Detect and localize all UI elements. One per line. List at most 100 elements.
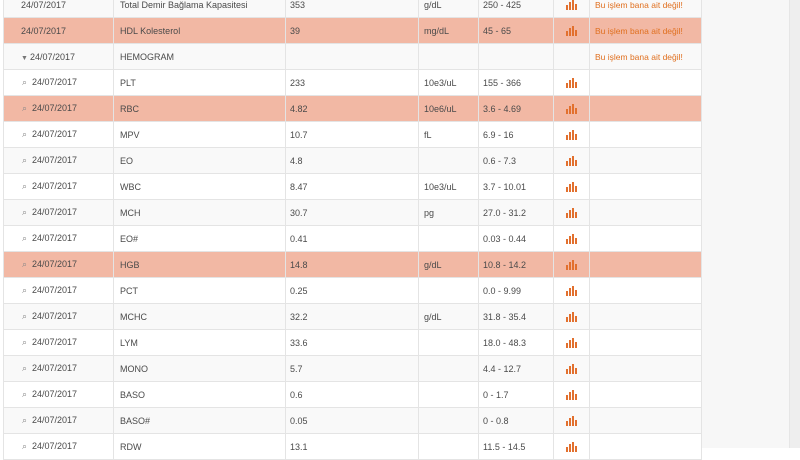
unit-cell [418, 355, 479, 382]
value-text: 0.25 [290, 285, 308, 296]
bar-chart-icon[interactable] [566, 129, 577, 140]
bar-chart-icon[interactable] [566, 207, 577, 218]
reference-range-text: 0 - 1.7 [483, 389, 509, 400]
unit-text: fL [424, 129, 432, 140]
bar-chart-icon[interactable] [566, 337, 577, 348]
group-row-hemogram[interactable]: ▼ 24/07/2017 HEMOGRAM Bu işlem bana ait değ… [3, 43, 702, 70]
bar-chart-icon[interactable] [566, 181, 577, 192]
table-row[interactable]: 24/07/2017 HDL Kolesterol 39 mg/dL 45 - 65 Bu… [3, 17, 702, 44]
action-cell [589, 199, 702, 226]
test-name-text: MCH [120, 207, 141, 218]
not-mine-link[interactable]: Bu işlem bana ait değil! [595, 52, 683, 62]
test-name-text: EO [120, 155, 134, 166]
test-name-cell: BASO [113, 381, 286, 408]
scrollbar-track[interactable] [701, 0, 790, 448]
date-text: 24/07/2017 [32, 389, 78, 399]
date-text: 24/07/2017 [32, 311, 78, 321]
not-mine-link[interactable]: Bu işlem bana ait değil! [595, 0, 683, 10]
table-row[interactable]: ⌕ 24/07/2017 MONO 5.7 4.4 - 12.7 [3, 355, 702, 382]
test-name-text: HDL Kolesterol [120, 25, 181, 36]
bar-chart-icon[interactable] [566, 285, 577, 296]
action-cell: Bu işlem bana ait değil! [589, 43, 702, 70]
table-row[interactable]: ⌕ 24/07/2017 RBC 4.82 10e6/uL 3.6 - 4.69 [3, 95, 702, 122]
bar-chart-icon[interactable] [566, 103, 577, 114]
value-cell: 30.7 [285, 199, 419, 226]
test-name-text: BASO [120, 389, 146, 400]
bar-chart-icon[interactable] [566, 441, 577, 452]
bar-chart-icon[interactable] [566, 25, 577, 36]
table-row[interactable]: ⌕ 24/07/2017 MCHC 32.2 g/dL 31.8 - 35.4 [3, 303, 702, 330]
chart-cell [553, 433, 590, 460]
bar-chart-icon[interactable] [566, 415, 577, 426]
date-text: 24/07/2017 [32, 441, 78, 451]
paperclip-icon: ⌕ [22, 259, 28, 269]
chart-cell [553, 277, 590, 304]
reference-range-cell: 11.5 - 14.5 [478, 433, 554, 460]
test-name-text: BASO# [120, 415, 151, 426]
paperclip-icon: ⌕ [22, 441, 28, 451]
unit-cell: pg [418, 199, 479, 226]
table-row[interactable]: ⌕ 24/07/2017 PCT 0.25 0.0 - 9.99 [3, 277, 702, 304]
lab-results-table: 24/07/2017 Total Demir Bağlama Kapasitesi… [3, 0, 702, 460]
bar-chart-icon[interactable] [566, 233, 577, 244]
test-name-cell: MONO [113, 355, 286, 382]
unit-text: 10e3/uL [424, 181, 457, 192]
bar-chart-icon[interactable] [566, 389, 577, 400]
test-name-cell: RDW [113, 433, 286, 460]
chart-cell [553, 69, 590, 96]
value-cell: 4.82 [285, 95, 419, 122]
chart-cell [553, 173, 590, 200]
table-row[interactable]: ⌕ 24/07/2017 BASO 0.6 0 - 1.7 [3, 381, 702, 408]
value-cell: 39 [285, 17, 419, 44]
action-cell [589, 303, 702, 330]
reference-range-cell: 3.6 - 4.69 [478, 95, 554, 122]
table-row[interactable]: ⌕ 24/07/2017 BASO# 0.05 0 - 0.8 [3, 407, 702, 434]
bar-chart-icon[interactable] [566, 259, 577, 270]
unit-cell: mg/dL [418, 17, 479, 44]
test-name-cell: MCH [113, 199, 286, 226]
unit-text: mg/dL [424, 25, 450, 36]
table-row[interactable]: ⌕ 24/07/2017 EO 4.8 0.6 - 7.3 [3, 147, 702, 174]
value-cell: 32.2 [285, 303, 419, 330]
reference-range-text: 45 - 65 [483, 25, 512, 36]
value-text: 10.7 [290, 129, 308, 140]
test-name-text: PCT [120, 285, 138, 296]
caret-down-icon[interactable]: ▼ [21, 55, 30, 62]
bar-chart-icon[interactable] [566, 0, 577, 10]
reference-range-text: 3.7 - 10.01 [483, 181, 527, 192]
reference-range-cell: 4.4 - 12.7 [478, 355, 554, 382]
bar-chart-icon[interactable] [566, 363, 577, 374]
table-row[interactable]: 24/07/2017 Total Demir Bağlama Kapasitesi… [3, 0, 702, 18]
reference-range-text: 250 - 425 [483, 0, 522, 10]
action-cell: Bu işlem bana ait değil! [589, 17, 702, 44]
bar-chart-icon[interactable] [566, 155, 577, 166]
value-cell: 353 [285, 0, 419, 18]
reference-range-cell: 0 - 0.8 [478, 407, 554, 434]
date-cell: ▼ 24/07/2017 [3, 43, 114, 70]
table-row[interactable]: ⌕ 24/07/2017 LYM 33.6 18.0 - 48.3 [3, 329, 702, 356]
date-cell: ⌕ 24/07/2017 [3, 173, 114, 200]
table-row[interactable]: ⌕ 24/07/2017 WBC 8.47 10e3/uL 3.7 - 10.01 [3, 173, 702, 200]
table-row[interactable]: ⌕ 24/07/2017 MPV 10.7 fL 6.9 - 16 [3, 121, 702, 148]
test-name-cell: Total Demir Bağlama Kapasitesi [113, 0, 286, 18]
table-row[interactable]: ⌕ 24/07/2017 PLT 233 10e3/uL 155 - 366 [3, 69, 702, 96]
table-row[interactable]: ⌕ 24/07/2017 EO# 0.41 0.03 - 0.44 [3, 225, 702, 252]
paperclip-icon: ⌕ [22, 207, 28, 217]
reference-range-cell: 18.0 - 48.3 [478, 329, 554, 356]
chart-cell [553, 303, 590, 330]
test-name-text: EO# [120, 233, 139, 244]
reference-range-text: 10.8 - 14.2 [483, 259, 527, 270]
reference-range-text: 0 - 0.8 [483, 415, 509, 426]
bar-chart-icon[interactable] [566, 77, 577, 88]
table-row[interactable]: ⌕ 24/07/2017 MCH 30.7 pg 27.0 - 31.2 [3, 199, 702, 226]
paperclip-icon: ⌕ [22, 415, 28, 425]
reference-range-text: 18.0 - 48.3 [483, 337, 527, 348]
date-text: 24/07/2017 [32, 285, 78, 295]
test-name-cell: MCHC [113, 303, 286, 330]
bar-chart-icon[interactable] [566, 311, 577, 322]
table-row[interactable]: ⌕ 24/07/2017 RDW 13.1 11.5 - 14.5 [3, 433, 702, 460]
not-mine-link[interactable]: Bu işlem bana ait değil! [595, 26, 683, 36]
reference-range-cell: 155 - 366 [478, 69, 554, 96]
table-row[interactable]: ⌕ 24/07/2017 HGB 14.8 g/dL 10.8 - 14.2 [3, 251, 702, 278]
unit-cell [418, 225, 479, 252]
